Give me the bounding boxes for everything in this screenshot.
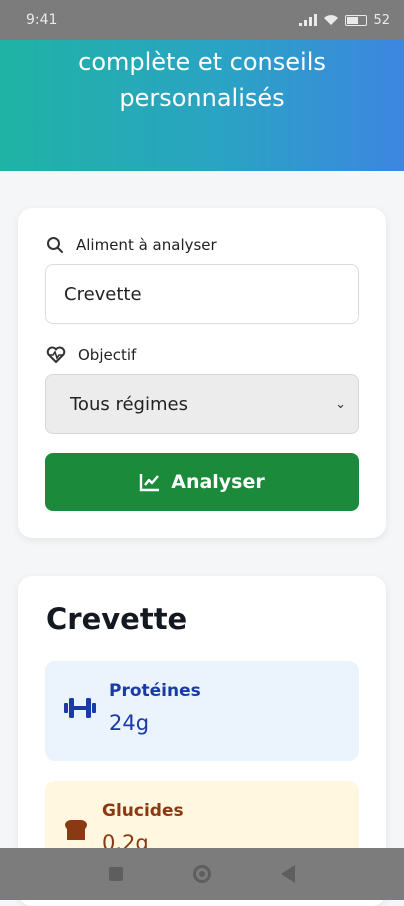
- page-header: complète et conseils personnalisés: [0, 40, 404, 171]
- search-icon: [47, 237, 63, 253]
- goal-select[interactable]: Tous régimes ⌄: [45, 374, 359, 434]
- nutrient-value: 24g: [109, 711, 150, 735]
- goal-select-value: Tous régimes: [70, 393, 188, 415]
- status-bar: 9:41 52: [0, 0, 404, 40]
- signal-icon: [299, 14, 318, 26]
- recent-apps-button[interactable]: [109, 867, 123, 881]
- goal-label: Objectif: [46, 346, 136, 364]
- goal-label-text: Objectif: [78, 346, 137, 364]
- wifi-icon: [324, 15, 339, 25]
- header-line-1: complète et conseils: [78, 48, 326, 76]
- battery-level: 52: [373, 12, 390, 28]
- chevron-down-icon: ⌄: [335, 396, 346, 412]
- analyze-button-label: Analyser: [171, 471, 265, 493]
- heart-pulse-icon: [46, 346, 66, 363]
- analysis-form-card: Aliment à analyser Crevette Objectif Tou…: [18, 208, 386, 538]
- dumbbell-icon: [64, 698, 96, 718]
- analyze-button[interactable]: Analyser: [45, 453, 359, 511]
- home-button[interactable]: [193, 865, 211, 883]
- nutrient-card-proteins: Protéines 24g: [45, 661, 359, 761]
- chart-line-icon: [140, 474, 160, 492]
- nutrient-name: Protéines: [109, 681, 201, 701]
- food-label-text: Aliment à analyser: [76, 236, 217, 254]
- result-title: Crevette: [46, 602, 188, 636]
- header-subtitle: complète et conseils personnalisés: [0, 44, 404, 116]
- header-line-2: personnalisés: [119, 84, 285, 112]
- food-input[interactable]: Crevette: [45, 264, 359, 324]
- food-label: Aliment à analyser: [46, 236, 217, 254]
- status-icons: 52: [299, 13, 390, 28]
- nutrient-name: Glucides: [102, 801, 184, 821]
- status-time: 9:41: [26, 12, 58, 28]
- battery-icon: [345, 14, 368, 26]
- back-button[interactable]: [281, 865, 295, 883]
- bread-icon: [65, 820, 87, 840]
- navigation-bar: [0, 848, 404, 900]
